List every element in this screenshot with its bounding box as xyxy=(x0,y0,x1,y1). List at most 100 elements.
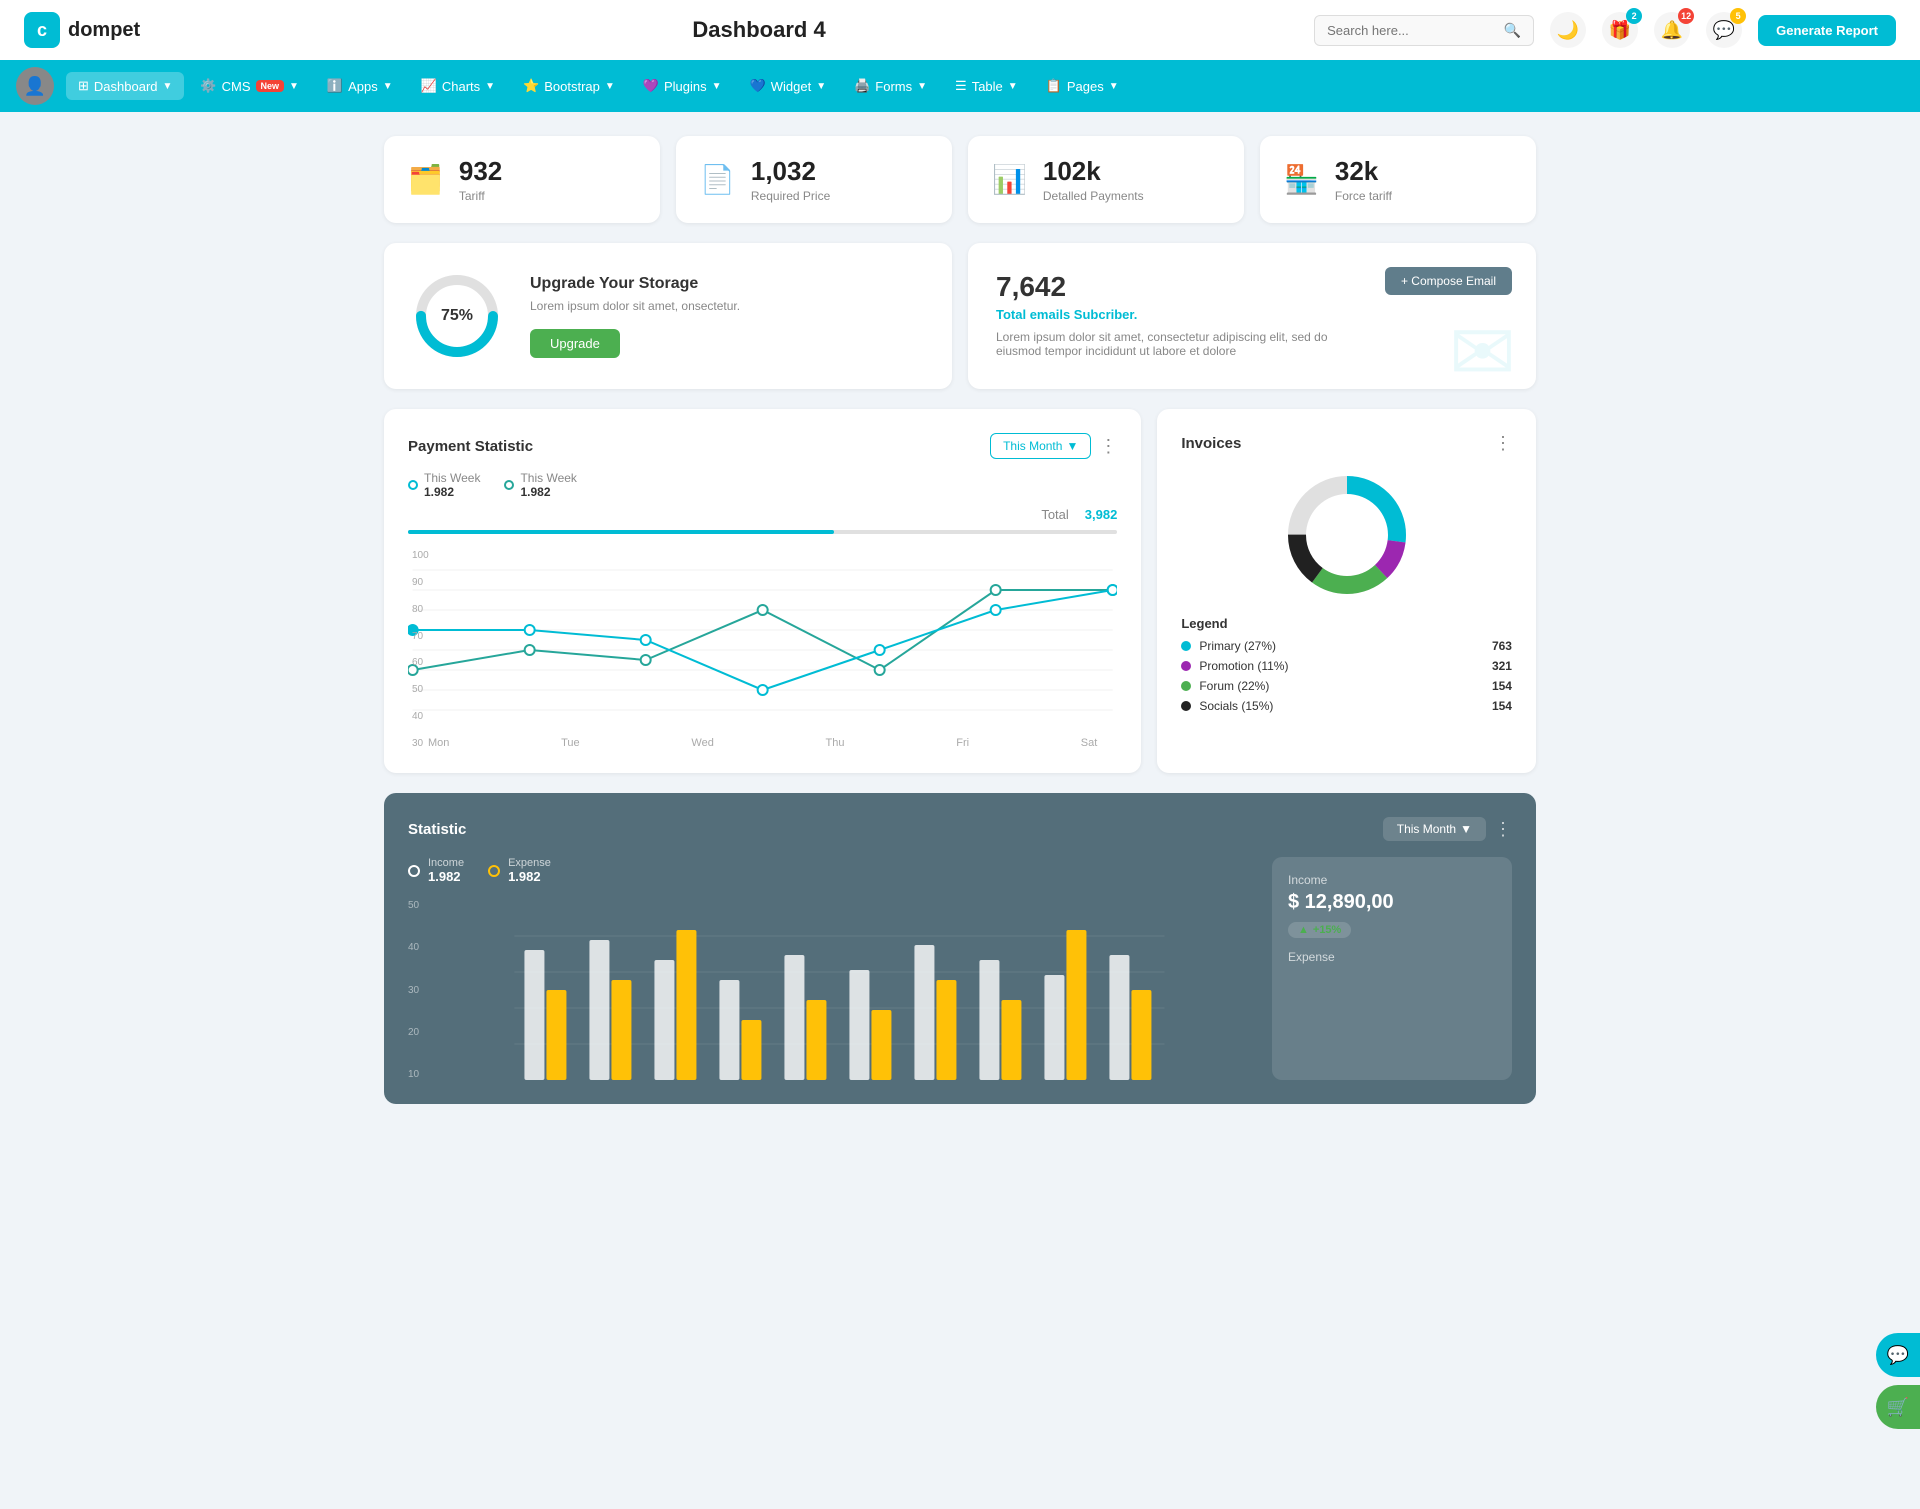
nav-item-widget[interactable]: 💙 Widget ▼ xyxy=(738,72,839,100)
expense-section-label: Expense xyxy=(1288,950,1496,964)
legend-dot-teal xyxy=(504,480,514,490)
chevron-down-icon-widget: ▼ xyxy=(816,81,826,92)
dashboard-icon: ⊞ xyxy=(78,78,89,94)
cms-icon: ⚙️ xyxy=(200,78,216,94)
storage-description: Lorem ipsum dolor sit amet, onsectetur. xyxy=(530,299,740,313)
chat-badge: 5 xyxy=(1730,8,1746,24)
chevron-down-icon-table: ▼ xyxy=(1008,81,1018,92)
generate-report-button[interactable]: Generate Report xyxy=(1758,15,1896,46)
email-envelope-icon: ✉ xyxy=(1449,306,1516,389)
cart-float-button[interactable]: 🛒 xyxy=(1876,1385,1920,1429)
tariff-info: 932 Tariff xyxy=(459,156,502,203)
nav-item-plugins[interactable]: 💜 Plugins ▼ xyxy=(631,72,734,100)
moon-icon[interactable]: 🌙 xyxy=(1550,12,1586,48)
tariff-value: 932 xyxy=(459,156,502,187)
charts-icon: 📈 xyxy=(421,78,437,94)
detailed-payments-icon: 📊 xyxy=(992,163,1027,196)
chevron-down-icon-plugins: ▼ xyxy=(712,81,722,92)
bottom-row: Payment Statistic This Month ▼ ⋮ This We… xyxy=(384,409,1536,773)
payment-progress-bar xyxy=(408,530,1117,534)
logo-icon: c xyxy=(24,12,60,48)
storage-donut: 75% xyxy=(412,271,502,361)
storage-info: Upgrade Your Storage Lorem ipsum dolor s… xyxy=(530,275,740,358)
compose-email-button[interactable]: + Compose Email xyxy=(1385,267,1512,295)
apps-icon: ℹ️ xyxy=(327,78,343,94)
statistic-this-month-button[interactable]: This Month ▼ xyxy=(1383,817,1486,841)
up-icon: ▲ xyxy=(1298,924,1309,936)
legend-forum: Forum (22%) 154 xyxy=(1181,679,1512,693)
payment-controls: This Month ▼ ⋮ xyxy=(990,433,1117,459)
middle-row: 75% Upgrade Your Storage Lorem ipsum dol… xyxy=(384,243,1536,389)
chevron-down-icon-cms: ▼ xyxy=(289,81,299,92)
nav-item-charts[interactable]: 📈 Charts ▼ xyxy=(409,72,507,100)
line-chart-svg xyxy=(408,550,1117,730)
storage-percent-label: 75% xyxy=(441,307,473,325)
detailed-payments-label: Detalled Payments xyxy=(1043,189,1144,203)
expense-legend-dot xyxy=(488,865,500,877)
statistic-dropdown-icon: ▼ xyxy=(1460,822,1472,836)
required-price-label: Required Price xyxy=(751,189,830,203)
stat-card-detailed-payments: 📊 102k Detalled Payments xyxy=(968,136,1244,223)
nav-item-bootstrap[interactable]: ⭐ Bootstrap ▼ xyxy=(511,72,627,100)
x-axis-labels: Mon Tue Wed Thu Fri Sat xyxy=(408,737,1117,749)
income-panel-value: $ 12,890,00 xyxy=(1288,891,1496,914)
nav-item-apps[interactable]: ℹ️ Apps ▼ xyxy=(315,72,405,100)
force-tariff-label: Force tariff xyxy=(1335,189,1392,203)
gift-icon[interactable]: 🎁 2 xyxy=(1602,12,1638,48)
search-input[interactable] xyxy=(1327,23,1496,38)
gift-badge: 2 xyxy=(1626,8,1642,24)
statistic-body: Income 1.982 Expense 1.982 50 xyxy=(408,857,1512,1080)
required-price-value: 1,032 xyxy=(751,156,830,187)
header-icons: 🌙 🎁 2 🔔 12 💬 5 Generate Report xyxy=(1550,12,1896,48)
invoices-legend: Legend Primary (27%) 763 Promotion (11%)… xyxy=(1181,616,1512,713)
header: c dompet Dashboard 4 🔍 🌙 🎁 2 🔔 12 💬 5 Ge… xyxy=(0,0,1920,60)
force-tariff-info: 32k Force tariff xyxy=(1335,156,1392,203)
invoices-more-icon[interactable]: ⋮ xyxy=(1494,433,1512,454)
y-axis-labels: 100 90 80 70 60 50 40 30 xyxy=(408,550,433,749)
upgrade-button[interactable]: Upgrade xyxy=(530,329,620,358)
payment-legend-row: This Week 1.982 This Week 1.982 xyxy=(408,471,1117,499)
storage-card: 75% Upgrade Your Storage Lorem ipsum dol… xyxy=(384,243,952,389)
force-tariff-value: 32k xyxy=(1335,156,1392,187)
pages-icon: 📋 xyxy=(1046,78,1062,94)
bar-chart-bars: 50 40 30 20 10 xyxy=(408,900,1248,1080)
payment-total-row: Total 3,982 xyxy=(408,507,1117,522)
statistic-more-icon[interactable]: ⋮ xyxy=(1494,819,1512,840)
nav-item-forms[interactable]: 🖨️ Forms ▼ xyxy=(842,72,939,100)
bell-badge: 12 xyxy=(1678,8,1694,24)
legend-item-week2: This Week 1.982 xyxy=(504,471,576,499)
main-content: 🗂️ 932 Tariff 📄 1,032 Required Price 📊 1… xyxy=(360,112,1560,1128)
stat-legend-row: Income 1.982 Expense 1.982 xyxy=(408,857,1248,884)
more-options-icon[interactable]: ⋮ xyxy=(1099,436,1117,457)
y-axis-statistic: 50 40 30 20 10 xyxy=(408,900,427,1080)
stat-card-tariff: 🗂️ 932 Tariff xyxy=(384,136,660,223)
tariff-label: Tariff xyxy=(459,189,502,203)
plugins-icon: 💜 xyxy=(643,78,659,94)
statistic-section: Statistic This Month ▼ ⋮ Income 1.982 xyxy=(384,793,1536,1104)
line-chart: Mon Tue Wed Thu Fri Sat xyxy=(408,550,1117,749)
legend-color-primary xyxy=(1181,641,1191,651)
floating-buttons: 💬 🛒 xyxy=(1876,1333,1920,1429)
legend-color-socials xyxy=(1181,701,1191,711)
chevron-down-icon-pages: ▼ xyxy=(1109,81,1119,92)
bell-icon[interactable]: 🔔 12 xyxy=(1654,12,1690,48)
support-float-button[interactable]: 💬 xyxy=(1876,1333,1920,1377)
avatar: 👤 xyxy=(16,67,54,105)
payment-title: Payment Statistic xyxy=(408,438,533,455)
nav-item-dashboard[interactable]: ⊞ Dashboard ▼ xyxy=(66,72,184,100)
table-icon: ☰ xyxy=(955,78,967,94)
nav-item-pages[interactable]: 📋 Pages ▼ xyxy=(1034,72,1131,100)
email-subtitle: Total emails Subcriber. xyxy=(996,307,1508,322)
nav-item-table[interactable]: ☰ Table ▼ xyxy=(943,72,1030,100)
invoices-donut-svg xyxy=(1282,470,1412,600)
this-month-button[interactable]: This Month ▼ xyxy=(990,433,1091,459)
nav-item-cms[interactable]: ⚙️ CMS New ▼ xyxy=(188,72,311,100)
income-panel: Income $ 12,890,00 ▲ +15% Expense xyxy=(1272,857,1512,1080)
search-area: 🔍 xyxy=(1314,15,1534,46)
legend-primary: Primary (27%) 763 xyxy=(1181,639,1512,653)
bootstrap-icon: ⭐ xyxy=(523,78,539,94)
chat-icon[interactable]: 💬 5 xyxy=(1706,12,1742,48)
legend-title: Legend xyxy=(1181,616,1512,631)
stat-card-force-tariff: 🏪 32k Force tariff xyxy=(1260,136,1536,223)
invoices-title: Invoices xyxy=(1181,435,1241,452)
